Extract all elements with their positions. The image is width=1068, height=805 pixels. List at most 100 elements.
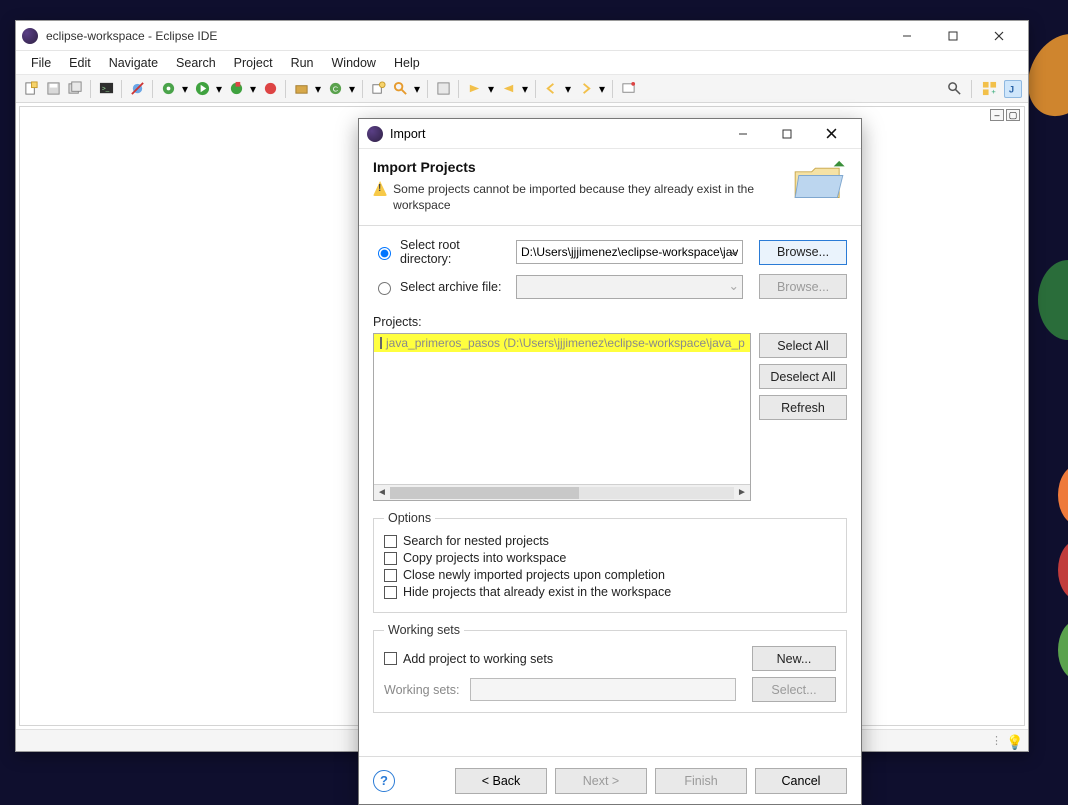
dialog-maximize-button[interactable]: [765, 119, 809, 149]
help-icon[interactable]: ?: [373, 770, 395, 792]
close-button[interactable]: [976, 21, 1022, 51]
tip-icon[interactable]: 💡: [1006, 734, 1020, 748]
dropdown-icon[interactable]: ▾: [215, 80, 223, 98]
scroll-right-icon[interactable]: ►: [734, 485, 750, 501]
bg-decoration: [1058, 620, 1068, 680]
option-copy[interactable]: Copy projects into workspace: [384, 551, 836, 565]
minimize-button[interactable]: [884, 21, 930, 51]
prev-annotation-icon[interactable]: [499, 80, 517, 98]
option-label: Close newly imported projects upon compl…: [403, 568, 665, 582]
back-icon[interactable]: [542, 80, 560, 98]
maximize-view-icon[interactable]: ▢: [1006, 109, 1020, 121]
archive-file-radio-input[interactable]: [378, 282, 391, 295]
options-legend: Options: [384, 511, 435, 525]
dropdown-icon[interactable]: ▾: [181, 80, 189, 98]
quick-access-icon[interactable]: [945, 80, 963, 98]
forward-icon[interactable]: [576, 80, 594, 98]
import-folder-icon: [791, 159, 847, 203]
dropdown-icon[interactable]: ▾: [521, 80, 529, 98]
save-icon[interactable]: [44, 80, 62, 98]
working-sets-group: Working sets Add project to working sets…: [373, 623, 847, 713]
pin-editor-icon[interactable]: [619, 80, 637, 98]
maximize-button[interactable]: [930, 21, 976, 51]
menu-navigate[interactable]: Navigate: [100, 56, 167, 70]
dialog-body: Select root directory: ⌄ Browse... Selec…: [359, 226, 861, 756]
dialog-titlebar: Import: [359, 119, 861, 149]
dropdown-icon[interactable]: ▾: [413, 80, 421, 98]
search-icon[interactable]: [391, 80, 409, 98]
root-directory-radio[interactable]: Select root directory:: [373, 238, 508, 266]
scroll-left-icon[interactable]: ◄: [374, 485, 390, 501]
skip-breakpoints-icon[interactable]: [128, 80, 146, 98]
refresh-button[interactable]: Refresh: [759, 395, 847, 420]
select-working-set-button: Select...: [752, 677, 836, 702]
next-annotation-icon[interactable]: [465, 80, 483, 98]
cancel-button[interactable]: Cancel: [755, 768, 847, 794]
debug-icon[interactable]: [159, 80, 177, 98]
horizontal-scrollbar[interactable]: ◄ ►: [374, 484, 750, 500]
dropdown-icon[interactable]: ▾: [564, 80, 572, 98]
new-package-icon[interactable]: [292, 80, 310, 98]
dropdown-icon[interactable]: ▾: [348, 80, 356, 98]
menu-window[interactable]: Window: [323, 56, 385, 70]
menu-search[interactable]: Search: [167, 56, 225, 70]
checkbox[interactable]: [384, 586, 397, 599]
menu-project[interactable]: Project: [225, 56, 282, 70]
terminal-icon[interactable]: >_: [97, 80, 115, 98]
project-item[interactable]: java_primeros_pasos (D:\Users\jjjimenez\…: [374, 334, 750, 352]
menu-help[interactable]: Help: [385, 56, 429, 70]
checkbox[interactable]: [384, 569, 397, 582]
archive-file-radio[interactable]: Select archive file:: [373, 279, 508, 295]
checkbox[interactable]: [384, 552, 397, 565]
projects-list[interactable]: java_primeros_pasos (D:\Users\jjjimenez\…: [373, 333, 751, 501]
dialog-heading: Import Projects: [373, 159, 791, 175]
add-to-working-sets-label[interactable]: Add project to working sets: [403, 652, 553, 666]
menu-run[interactable]: Run: [282, 56, 323, 70]
checkbox[interactable]: [384, 535, 397, 548]
dialog-title: Import: [390, 127, 721, 141]
minimize-view-icon[interactable]: –: [990, 109, 1004, 121]
java-perspective-icon[interactable]: J: [1004, 80, 1022, 98]
option-close[interactable]: Close newly imported projects upon compl…: [384, 568, 836, 582]
next-button: Next >: [555, 768, 647, 794]
deselect-all-button[interactable]: Deselect All: [759, 364, 847, 389]
root-directory-input[interactable]: [516, 240, 743, 264]
menu-file[interactable]: File: [22, 56, 60, 70]
new-working-set-button[interactable]: New...: [752, 646, 836, 671]
option-hide[interactable]: Hide projects that already exist in the …: [384, 585, 836, 599]
open-perspective-icon[interactable]: +: [980, 80, 998, 98]
dialog-header: Import Projects Some projects cannot be …: [359, 149, 861, 226]
run-last-icon[interactable]: [261, 80, 279, 98]
projects-label: Projects:: [373, 315, 847, 329]
checkbox[interactable]: [384, 652, 397, 665]
select-all-button[interactable]: Select All: [759, 333, 847, 358]
back-button[interactable]: < Back: [455, 768, 547, 794]
dropdown-icon[interactable]: ▾: [249, 80, 257, 98]
dialog-close-button[interactable]: [809, 119, 853, 149]
root-directory-radio-input[interactable]: [378, 247, 391, 260]
dialog-warning-text: Some projects cannot be imported because…: [393, 181, 791, 213]
svg-text:C: C: [332, 84, 338, 93]
dropdown-icon[interactable]: ▾: [487, 80, 495, 98]
project-item-label: java_primeros_pasos (D:\Users\jjjimenez\…: [386, 336, 745, 350]
option-nested[interactable]: Search for nested projects: [384, 534, 836, 548]
chevron-down-icon[interactable]: ⌄: [729, 243, 739, 258]
run-icon[interactable]: [193, 80, 211, 98]
menu-edit[interactable]: Edit: [60, 56, 100, 70]
toggle-mark-icon[interactable]: [434, 80, 452, 98]
option-label: Hide projects that already exist in the …: [403, 585, 671, 599]
dropdown-icon[interactable]: ▾: [314, 80, 322, 98]
root-directory-label: Select root directory:: [400, 238, 508, 266]
open-type-icon[interactable]: [369, 80, 387, 98]
dialog-footer: ? < Back Next > Finish Cancel: [359, 756, 861, 804]
dropdown-icon[interactable]: ▾: [598, 80, 606, 98]
save-all-icon[interactable]: [66, 80, 84, 98]
dialog-minimize-button[interactable]: [721, 119, 765, 149]
new-class-icon[interactable]: C: [326, 80, 344, 98]
coverage-icon[interactable]: [227, 80, 245, 98]
new-icon[interactable]: [22, 80, 40, 98]
eclipse-icon: [367, 126, 383, 142]
bg-decoration: [1028, 26, 1068, 125]
browse-root-button[interactable]: Browse...: [759, 240, 847, 265]
project-checkbox[interactable]: [380, 337, 382, 349]
